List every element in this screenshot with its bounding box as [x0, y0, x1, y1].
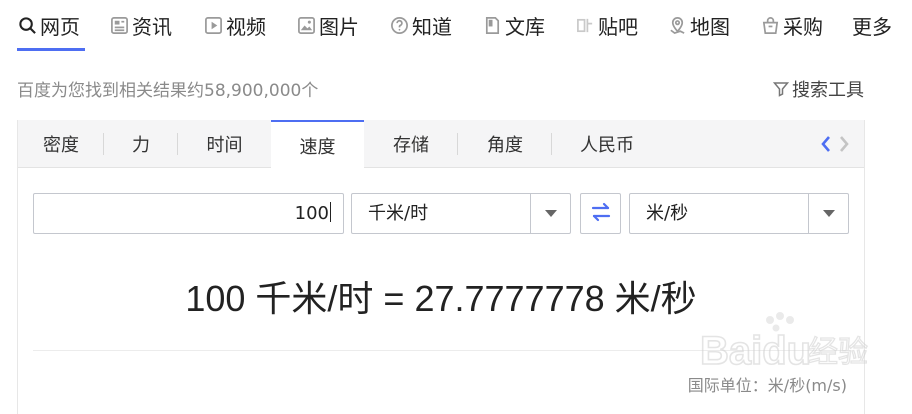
chevron-down-icon[interactable] — [530, 194, 570, 233]
nav-item-label: 地图 — [690, 14, 730, 39]
nav-item-label: 图片 — [319, 14, 359, 39]
tab-rmb[interactable]: 人民币 — [552, 120, 662, 168]
value-input-text: 100 — [294, 203, 329, 224]
nav-item-label: 视频 — [226, 14, 266, 39]
swap-icon — [590, 202, 612, 226]
nav-item-news[interactable]: 资讯 — [109, 9, 172, 41]
tab-label: 存储 — [393, 135, 429, 156]
image-icon — [296, 15, 316, 35]
nav-item-label: 更多 — [852, 14, 892, 39]
tab-storage[interactable]: 存储 — [364, 120, 458, 168]
swap-units-button[interactable] — [580, 193, 621, 234]
chevron-right-icon[interactable] — [836, 134, 852, 154]
nav-item-tieba[interactable]: 贴吧 — [575, 9, 638, 41]
search-tools-label: 搜索工具 — [792, 80, 864, 101]
tieba-icon — [575, 15, 595, 35]
nav-item-web[interactable]: 网页 — [17, 9, 80, 41]
chevron-down-icon[interactable] — [808, 194, 848, 233]
nav-item-label: 资讯 — [132, 14, 172, 39]
nav-item-label: 文库 — [505, 14, 545, 39]
nav-item-label: 贴吧 — [598, 14, 638, 39]
tab-density[interactable]: 密度 — [18, 120, 104, 168]
nav-item-purchase[interactable]: 采购 — [760, 9, 823, 41]
tab-speed[interactable]: 速度 — [271, 120, 364, 169]
shopping-bag-icon — [760, 15, 780, 35]
baidu-jingyan-watermark: Baidu 经验 — [699, 312, 880, 374]
tab-angle[interactable]: 角度 — [458, 120, 552, 168]
search-tools-button[interactable]: 搜索工具 — [773, 76, 864, 102]
map-icon — [667, 15, 687, 35]
tab-scroll-controls — [818, 120, 852, 168]
document-icon — [482, 15, 502, 35]
nav-active-indicator — [17, 48, 85, 51]
value-input[interactable]: 100 — [33, 193, 344, 234]
tab-label: 力 — [132, 135, 150, 156]
news-icon — [109, 15, 129, 35]
search-vertical-nav: 网页 资讯 视频 图片 知道 文库 贴吧 地图 采购 更多 — [0, 0, 912, 56]
si-unit-note: 国际单位：米/秒(m/s) — [687, 376, 847, 395]
chevron-left-icon[interactable] — [818, 134, 834, 154]
nav-item-video[interactable]: 视频 — [203, 9, 266, 41]
tab-force[interactable]: 力 — [104, 120, 178, 168]
to-unit-select[interactable]: 米/秒 — [629, 193, 849, 234]
nav-item-images[interactable]: 图片 — [296, 9, 359, 41]
nav-item-label: 网页 — [40, 14, 80, 39]
watermark-brand: Baidu — [700, 329, 811, 372]
unit-category-tabs: 密度 力 时间 速度 存储 角度 人民币 — [18, 120, 864, 169]
nav-item-wenku[interactable]: 文库 — [482, 9, 545, 41]
search-icon — [17, 15, 37, 35]
nav-item-label: 知道 — [412, 14, 452, 39]
tab-label: 速度 — [299, 136, 336, 158]
tab-time[interactable]: 时间 — [178, 120, 271, 168]
nav-item-label: 采购 — [783, 14, 823, 39]
tab-label: 角度 — [487, 135, 523, 156]
watermark-text: 经验 — [808, 335, 868, 370]
nav-item-zhidao[interactable]: 知道 — [389, 9, 452, 41]
nav-item-more[interactable]: 更多 — [852, 9, 892, 41]
tab-label: 人民币 — [580, 135, 634, 156]
result-count: 百度为您找到相关结果约58,900,000个 — [17, 81, 319, 101]
from-unit-select[interactable]: 千米/时 — [351, 193, 571, 234]
tab-label: 时间 — [206, 135, 243, 156]
question-icon — [389, 15, 409, 35]
video-icon — [203, 15, 223, 35]
filter-icon — [773, 81, 789, 97]
nav-item-map[interactable]: 地图 — [667, 9, 730, 41]
from-unit-value: 千米/时 — [368, 203, 429, 224]
to-unit-value: 米/秒 — [646, 203, 689, 224]
tab-label: 密度 — [43, 135, 79, 156]
